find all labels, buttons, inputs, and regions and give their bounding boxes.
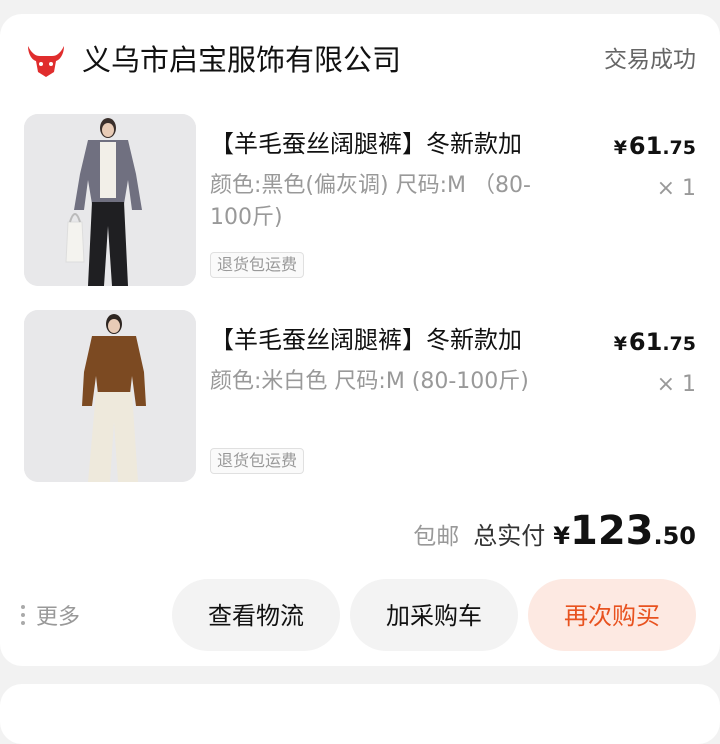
- product-title[interactable]: 【羊毛蚕丝阔腿裤】冬新款加: [210, 126, 570, 162]
- order-total: 包邮 总实付 ¥ 123 .50: [413, 508, 696, 558]
- order-card: 义乌市启宝服饰有限公司 交易成功 【羊毛蚕丝阔腿裤】冬新款加 ¥61.75 颜色…: [0, 14, 720, 666]
- buy-again-button[interactable]: 再次购买: [528, 579, 696, 651]
- return-shipping-badge: 退货包运费: [210, 448, 305, 474]
- more-label: 更多: [36, 605, 81, 630]
- free-shipping-label: 包邮: [413, 524, 460, 550]
- total-amount-decimal: .50: [653, 522, 696, 550]
- product-image[interactable]: [24, 114, 196, 286]
- bull-logo-icon: [28, 46, 64, 77]
- total-amount: 123: [569, 508, 654, 554]
- more-dots-icon: [20, 603, 26, 627]
- return-shipping-badge: 退货包运费: [210, 252, 305, 278]
- order-status: 交易成功: [604, 47, 696, 73]
- product-title[interactable]: 【羊毛蚕丝阔腿裤】冬新款加: [210, 322, 570, 358]
- product-price: ¥61.75: [613, 328, 696, 356]
- product-price: ¥61.75: [613, 132, 696, 160]
- product-spec: 颜色:黑色(偏灰调) 尺码:M （80-100斤): [210, 173, 531, 230]
- order-header: 义乌市启宝服饰有限公司 交易成功: [26, 40, 696, 80]
- add-to-purchase-cart-button[interactable]: 加采购车: [350, 579, 518, 651]
- total-paid-label: 总实付: [473, 522, 546, 550]
- total-currency: ¥: [553, 522, 570, 550]
- order-item[interactable]: 【羊毛蚕丝阔腿裤】冬新款加 ¥61.75 颜色:黑色(偏灰调) 尺码:M （80…: [24, 114, 696, 286]
- product-image[interactable]: [24, 310, 196, 482]
- shop-name[interactable]: 义乌市启宝服饰有限公司: [82, 40, 401, 80]
- product-quantity: × 1: [656, 372, 696, 397]
- next-order-card: [0, 684, 720, 744]
- more-button[interactable]: 更多: [20, 600, 80, 630]
- product-quantity: × 1: [656, 176, 696, 201]
- view-logistics-button[interactable]: 查看物流: [172, 579, 340, 651]
- product-spec: 颜色:米白色 尺码:M (80-100斤): [210, 369, 529, 394]
- order-item[interactable]: 【羊毛蚕丝阔腿裤】冬新款加 ¥61.75 颜色:米白色 尺码:M (80-100…: [24, 310, 696, 482]
